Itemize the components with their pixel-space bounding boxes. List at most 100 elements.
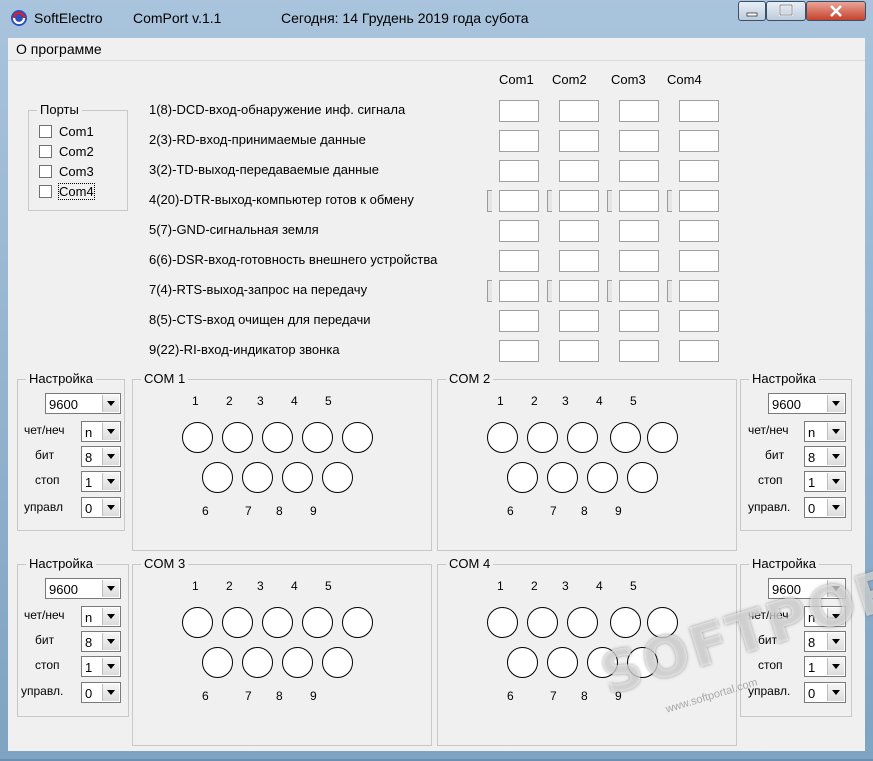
chevron-down-icon[interactable] bbox=[102, 633, 119, 650]
rts-toggle-com4[interactable] bbox=[667, 280, 672, 302]
baud-rate-select[interactable]: 9600 bbox=[45, 393, 121, 414]
stop-bits-select[interactable]: 1 bbox=[81, 656, 121, 677]
pin-7 bbox=[547, 647, 578, 678]
baud-rate-select[interactable]: 9600 bbox=[45, 578, 121, 599]
chevron-down-icon[interactable] bbox=[102, 499, 119, 516]
connector-com4: COM 4 1 2 3 4 5 6 7 8 9 bbox=[437, 556, 737, 746]
chevron-down-icon[interactable] bbox=[102, 658, 119, 675]
flow-control-select[interactable]: 0 bbox=[804, 497, 846, 518]
stop-bits-label: стоп bbox=[35, 658, 60, 672]
data-bits-select[interactable]: 8 bbox=[804, 446, 846, 467]
chevron-down-icon[interactable] bbox=[827, 473, 844, 490]
parity-select[interactable]: n bbox=[81, 606, 121, 627]
flow-control-value: 0 bbox=[85, 501, 93, 516]
chevron-down-icon[interactable] bbox=[102, 608, 119, 625]
indicator-ri-com1 bbox=[499, 340, 539, 362]
port-com2-checkbox[interactable] bbox=[39, 145, 52, 158]
indicator-rts-com3[interactable] bbox=[619, 280, 659, 302]
indicator-cts-com2 bbox=[559, 310, 599, 332]
parity-select[interactable]: n bbox=[81, 421, 121, 442]
dtr-toggle-com4[interactable] bbox=[667, 190, 672, 212]
parity-select[interactable]: n bbox=[804, 606, 846, 627]
rts-toggle-com1[interactable] bbox=[487, 280, 492, 302]
indicator-dtr-com1[interactable] bbox=[499, 190, 539, 212]
flow-control-value: 0 bbox=[808, 501, 816, 516]
minimize-button[interactable] bbox=[738, 1, 766, 21]
flow-control-select[interactable]: 0 bbox=[81, 497, 121, 518]
chevron-down-icon[interactable] bbox=[102, 684, 119, 701]
stop-bits-value: 1 bbox=[808, 660, 816, 675]
stop-bits-select[interactable]: 1 bbox=[81, 471, 121, 492]
stop-bits-select[interactable]: 1 bbox=[804, 656, 846, 677]
chevron-down-icon[interactable] bbox=[102, 448, 119, 465]
menu-about[interactable]: О программе bbox=[16, 41, 102, 57]
port-com2-label: Com2 bbox=[59, 144, 94, 159]
app-window: SoftElectro ComPort v.1.1 Сегодня: 14 Гр… bbox=[0, 0, 873, 759]
chevron-down-icon[interactable] bbox=[102, 473, 119, 490]
chevron-down-icon[interactable] bbox=[827, 423, 844, 440]
flow-control-select[interactable]: 0 bbox=[81, 682, 121, 703]
chevron-down-icon[interactable] bbox=[827, 658, 844, 675]
title-bar[interactable]: SoftElectro ComPort v.1.1 Сегодня: 14 Гр… bbox=[0, 0, 873, 36]
dtr-toggle-com2[interactable] bbox=[547, 190, 552, 212]
indicator-rd-com3 bbox=[619, 130, 659, 152]
data-bits-select[interactable]: 8 bbox=[804, 631, 846, 652]
port-com1-checkbox[interactable] bbox=[39, 125, 52, 138]
pin-number: 5 bbox=[630, 394, 637, 408]
pin-4 bbox=[610, 422, 641, 453]
close-button[interactable] bbox=[806, 1, 866, 21]
stop-bits-select[interactable]: 1 bbox=[804, 471, 846, 492]
port-com3-checkbox[interactable] bbox=[39, 165, 52, 178]
dtr-toggle-com3[interactable] bbox=[607, 190, 612, 212]
indicator-dtr-com3[interactable] bbox=[619, 190, 659, 212]
chevron-down-icon[interactable] bbox=[827, 499, 844, 516]
indicator-rts-com2[interactable] bbox=[559, 280, 599, 302]
parity-value: n bbox=[85, 610, 93, 625]
port-com4-checkbox[interactable] bbox=[39, 185, 52, 198]
chevron-down-icon[interactable] bbox=[827, 684, 844, 701]
indicator-rts-com1[interactable] bbox=[499, 280, 539, 302]
window-title-date: Сегодня: 14 Грудень 2019 года субота bbox=[281, 10, 529, 26]
chevron-down-icon[interactable] bbox=[102, 395, 119, 412]
pin-4 bbox=[302, 607, 333, 638]
indicator-dtr-com4[interactable] bbox=[679, 190, 719, 212]
indicator-rts-com4[interactable] bbox=[679, 280, 719, 302]
data-bits-select[interactable]: 8 bbox=[81, 631, 121, 652]
chevron-down-icon[interactable] bbox=[827, 633, 844, 650]
pin-number: 9 bbox=[615, 689, 622, 703]
flow-control-select[interactable]: 0 bbox=[804, 682, 846, 703]
chevron-down-icon[interactable] bbox=[102, 423, 119, 440]
signal-label-dcd: 1(8)-DCD-вход-обнаружение инф. сигнала bbox=[149, 102, 406, 117]
parity-label: чет/неч bbox=[24, 423, 65, 437]
data-bits-label: бит bbox=[35, 633, 55, 647]
dtr-toggle-com1[interactable] bbox=[487, 190, 492, 212]
pin-9 bbox=[627, 647, 658, 678]
baud-rate-select[interactable]: 9600 bbox=[768, 393, 846, 414]
pin-1 bbox=[487, 607, 518, 638]
chevron-down-icon[interactable] bbox=[827, 395, 844, 412]
chevron-down-icon[interactable] bbox=[102, 580, 119, 597]
rts-toggle-com3[interactable] bbox=[607, 280, 612, 302]
signal-label-gnd: 5(7)-GND-сигнальная земля bbox=[149, 222, 319, 237]
pin-number: 8 bbox=[276, 689, 283, 703]
chevron-down-icon[interactable] bbox=[827, 580, 844, 597]
column-header-com1: Com1 bbox=[499, 72, 534, 87]
indicator-dtr-com2[interactable] bbox=[559, 190, 599, 212]
maximize-button[interactable] bbox=[766, 1, 806, 21]
chevron-down-icon[interactable] bbox=[827, 448, 844, 465]
rts-toggle-com2[interactable] bbox=[547, 280, 552, 302]
data-bits-select[interactable]: 8 bbox=[81, 446, 121, 467]
indicator-gnd-com3 bbox=[619, 220, 659, 242]
parity-select[interactable]: n bbox=[804, 421, 846, 442]
baud-rate-select[interactable]: 9600 bbox=[768, 578, 846, 599]
pin-1 bbox=[182, 607, 213, 638]
port-com3-label: Com3 bbox=[59, 164, 94, 179]
chevron-down-icon[interactable] bbox=[827, 608, 844, 625]
window-title-app: ComPort v.1.1 bbox=[133, 10, 222, 26]
indicator-dsr-com1 bbox=[499, 250, 539, 272]
parity-label: чет/неч bbox=[24, 608, 65, 622]
pin-number: 7 bbox=[550, 504, 557, 518]
pin-number: 6 bbox=[507, 504, 514, 518]
data-bits-label: бит bbox=[758, 633, 778, 647]
pin-5 bbox=[647, 607, 678, 638]
